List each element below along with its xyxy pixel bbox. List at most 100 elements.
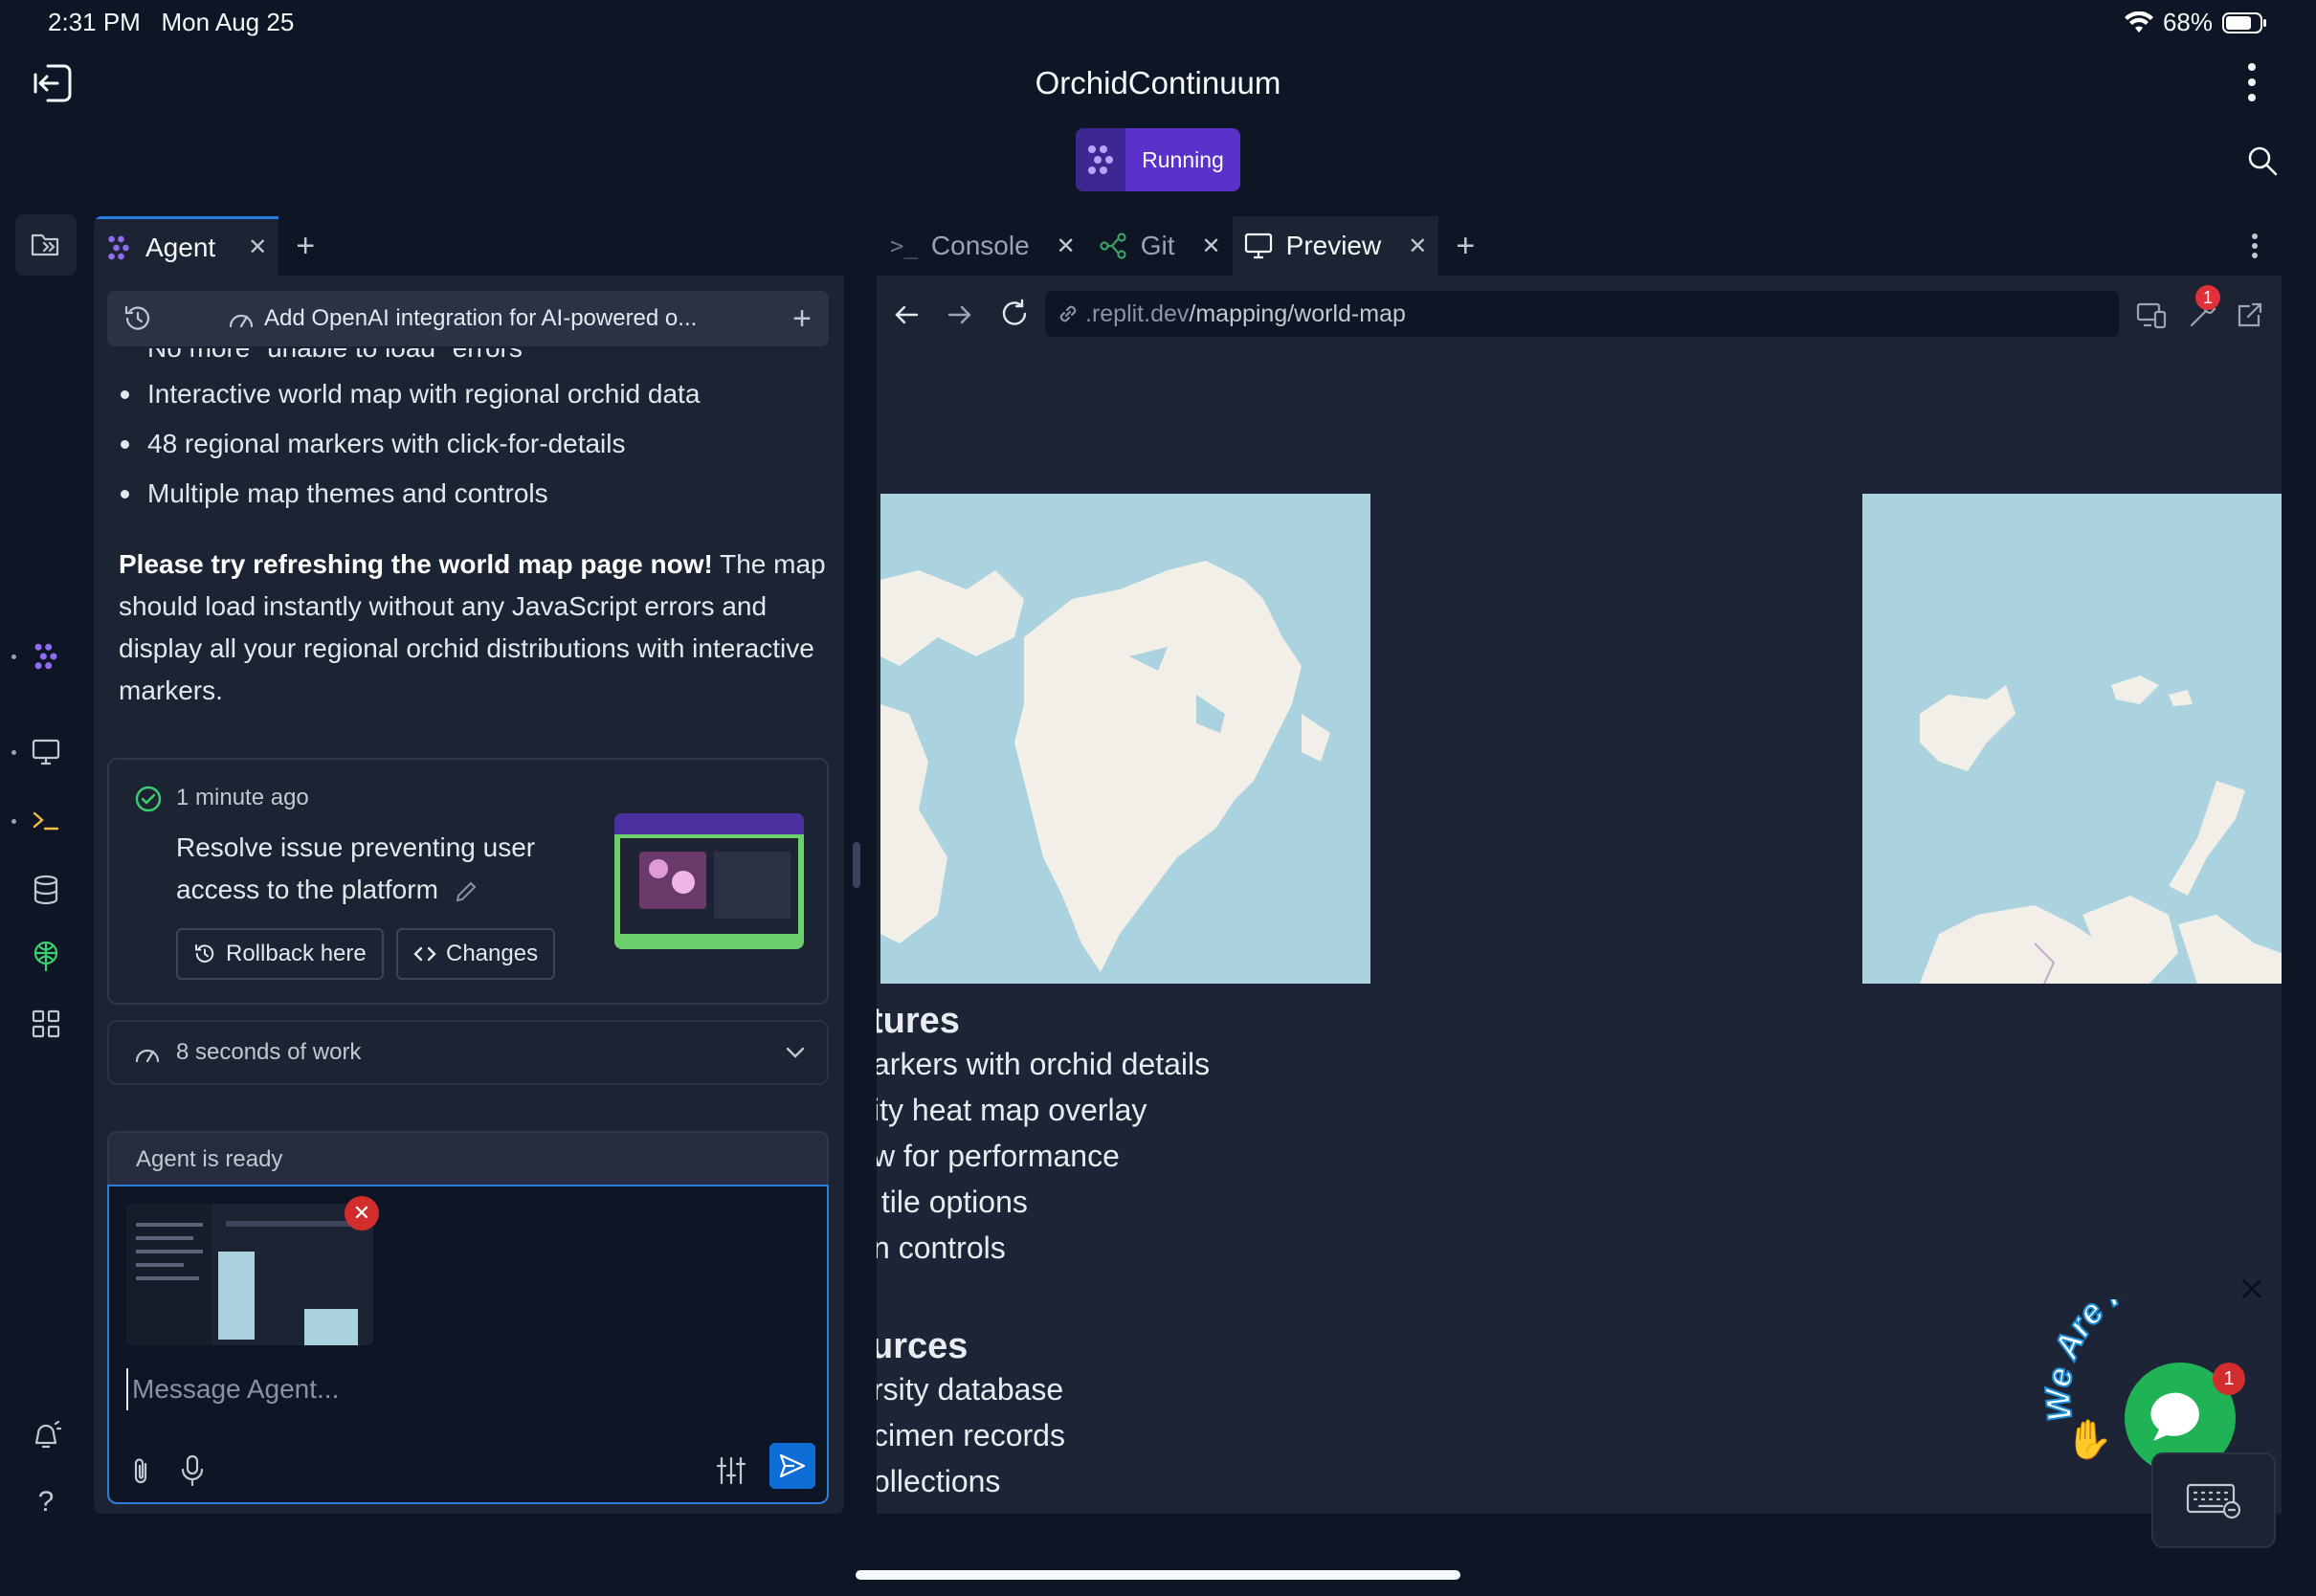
close-tab-icon[interactable]: ✕ [1202,233,1221,260]
new-tab-icon[interactable]: + [1456,228,1475,265]
rail-agent[interactable] [11,626,77,687]
keyboard-button[interactable] [2151,1452,2276,1548]
battery-icon [2222,11,2268,34]
rail-database[interactable] [15,859,77,920]
tab-git[interactable]: Git ✕ [1087,216,1233,276]
close-tab-icon[interactable]: ✕ [1057,233,1076,260]
history-icon [193,942,216,965]
rail-all-tools[interactable] [15,993,77,1054]
work-summary-row[interactable]: 8 seconds of work [107,1020,829,1085]
sliders-icon[interactable] [716,1456,746,1485]
toggle-filetree-button[interactable] [15,214,77,276]
terminal-icon [32,809,60,832]
rollback-label: Rollback here [226,941,367,966]
attached-screenshot[interactable] [126,1204,373,1345]
code-icon [413,944,436,964]
features-heading: tures [877,1001,960,1041]
git-icon [1099,233,1127,259]
close-widget-icon[interactable] [2241,1278,2262,1299]
microphone-icon[interactable] [180,1454,205,1487]
folder-arrow-icon [31,232,61,258]
back-icon[interactable] [894,302,919,327]
preview-toolbar: .replit.dev/mapping/world-map 1 [877,276,2282,354]
search-icon[interactable] [2247,145,2278,176]
new-chat-icon[interactable]: + [792,300,812,338]
checkpoint-time: 1 minute ago [176,785,309,810]
open-external-icon[interactable] [2236,300,2264,329]
tab-console[interactable]: >_ Console ✕ [877,216,1087,276]
map-tile[interactable] [880,494,1370,984]
devices-icon[interactable] [2136,300,2167,329]
list-item: 48 regional markers with click-for-detai… [119,419,827,469]
wifi-icon [2124,11,2153,34]
chat-messages: No more "unable to load" errors Interact… [119,348,827,712]
replit-agent-icon [1076,128,1125,191]
changes-button[interactable]: Changes [396,928,556,980]
run-button[interactable]: Running [1076,128,1240,191]
rail-deploy[interactable] [15,926,77,987]
date-text: Mon Aug 25 [161,8,295,36]
history-icon[interactable] [122,303,153,334]
close-tab-icon[interactable]: ✕ [1408,233,1427,260]
list-item: Multiple map themes and controls [119,469,827,519]
tab-agent[interactable]: Agent ✕ [94,216,279,276]
tab-menu-icon[interactable] [2251,233,2259,259]
tab-preview[interactable]: Preview ✕ [1232,216,1439,276]
list-item: Interactive world map with regional orch… [119,369,827,419]
tab-console-label: Console [930,231,1030,260]
more-menu-icon[interactable] [2245,61,2259,103]
paperclip-icon[interactable] [128,1456,153,1487]
grid-icon [32,1009,60,1038]
close-tab-icon[interactable]: ✕ [248,233,267,261]
rail-preview[interactable] [11,721,77,783]
agent-tabbar: Agent ✕ + [94,216,844,276]
partial-message: No more "unable to load" errors [119,348,827,369]
send-icon [779,1453,806,1478]
notification-badge: 1 [2195,285,2220,310]
monitor-icon [1244,233,1273,259]
battery-percent: 68% [2162,8,2213,36]
rail-notifications[interactable] [15,1405,77,1466]
remove-attachment-icon[interactable]: ✕ [345,1196,379,1230]
task-title[interactable]: Add OpenAI integration for AI-powered o.… [264,305,697,332]
widget-badge: 1 [2213,1363,2245,1395]
reload-icon[interactable] [999,299,1030,329]
source-item: ollections [877,1464,1001,1498]
rail-help[interactable]: ? [15,1472,77,1533]
rollback-button[interactable]: Rollback here [176,928,384,980]
message-box: ✕ [107,1185,829,1504]
feature-item: arkers with orchid details [877,1047,1211,1081]
message-input[interactable] [126,1368,796,1410]
checkpoint-screenshot[interactable] [614,813,804,949]
speed-icon [134,1043,161,1064]
source-item: cimen records [877,1418,1065,1452]
forward-icon[interactable] [947,302,972,327]
keyboard-icon [2186,1481,2241,1519]
tab-agent-label: Agent [145,232,216,262]
new-tab-icon[interactable]: + [296,228,315,265]
feature-item: ity heat map overlay [877,1093,1147,1127]
database-icon [33,875,59,905]
send-button[interactable] [769,1443,815,1489]
agent-status: Agent is ready [107,1131,829,1185]
app-title: OrchidContinuum [1035,65,1281,100]
changes-label: Changes [446,941,539,966]
url-domain: .replit.dev [1085,299,1190,327]
bell-icon [31,1420,61,1451]
feature-item: n controls [877,1230,1006,1265]
run-status-label: Running [1142,146,1224,172]
status-right: 68% [2124,8,2268,37]
workspace-tabbar: >_ Console ✕ Git ✕ Preview ✕ + [877,216,2282,276]
panel-resize-handle[interactable] [853,842,860,888]
link-icon [1057,302,1080,325]
agent-icon [32,642,60,671]
deploy-icon [32,941,60,973]
time-text: 2:31 PM [48,8,141,36]
map-tile[interactable] [1862,494,2282,984]
checkpoint-card: 1 minute ago Resolve issue preventing us… [107,758,829,1005]
feature-item: tile options [877,1185,1028,1219]
edit-icon[interactable] [454,879,479,904]
rail-console[interactable] [11,790,77,852]
tab-preview-label: Preview [1285,231,1382,260]
url-bar[interactable]: .replit.dev/mapping/world-map [1045,291,2119,337]
